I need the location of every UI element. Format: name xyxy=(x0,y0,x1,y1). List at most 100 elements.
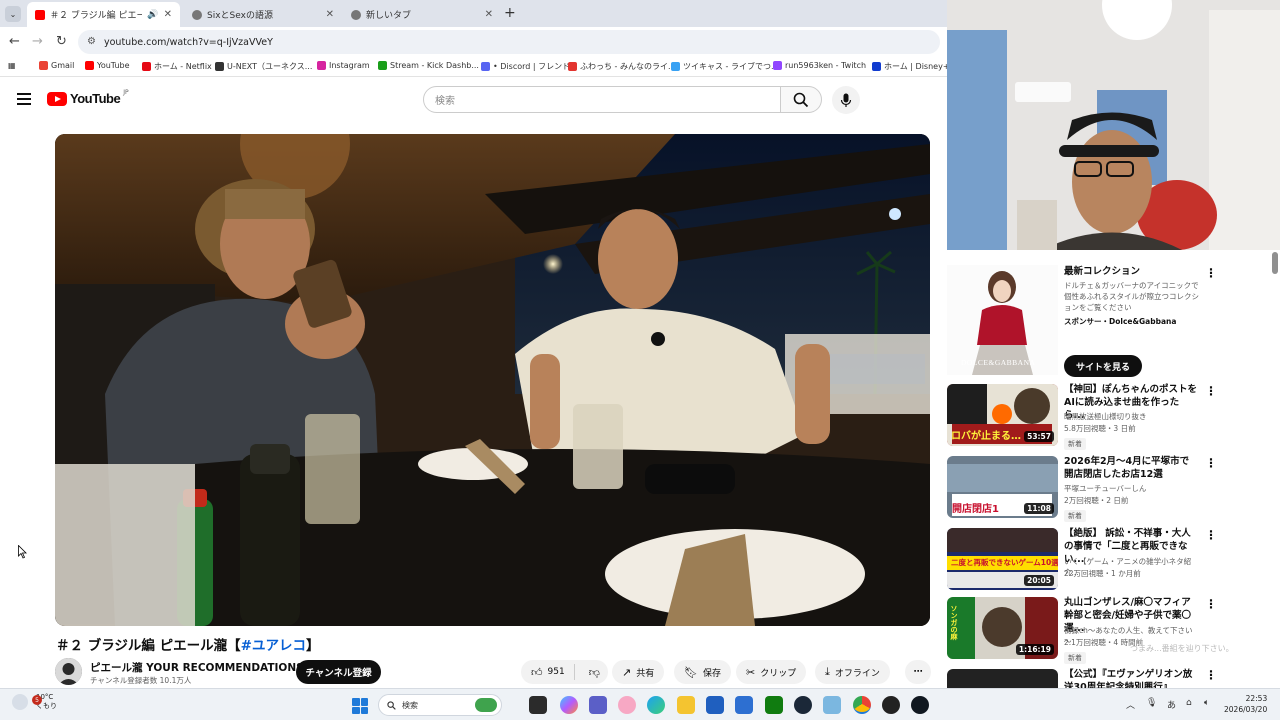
xbox-icon[interactable] xyxy=(765,696,783,714)
bookmark-instagram[interactable]: Instagram xyxy=(317,61,370,70)
video-menu-icon[interactable]: ⋮ xyxy=(1205,456,1217,470)
recommended-thumbnail-1[interactable]: ロバが止まる… 53:57 xyxy=(947,384,1058,446)
recommended-thumbnail-4[interactable]: ソンガの麻 1:16:19 xyxy=(947,597,1058,659)
globe-favicon-icon xyxy=(351,9,361,20)
overlay-caption: つまみ...番組を辿り下さい。 xyxy=(1130,644,1234,653)
tab-search-button[interactable]: ⌄ xyxy=(5,6,21,22)
reload-icon[interactable]: ↻ xyxy=(56,34,67,49)
task-view-icon[interactable] xyxy=(529,696,547,714)
ime-indicator[interactable]: あ xyxy=(1167,698,1176,711)
ad-thumbnail[interactable]: DOLCE&GABBANA xyxy=(947,265,1058,375)
bookmark-unext[interactable]: U-NEXT（ユーネクス... xyxy=(215,61,312,72)
video-menu-icon[interactable]: ⋮ xyxy=(1205,384,1217,398)
sidebar-scrollbar[interactable] xyxy=(1270,250,1280,688)
like-dislike-group: 👍︎ 951 👎︎ xyxy=(521,660,608,684)
channel-avatar[interactable] xyxy=(55,658,82,685)
ad-brand-logo: DOLCE&GABBANA xyxy=(961,358,1036,367)
more-actions-button[interactable]: ⋯ xyxy=(905,660,931,684)
new-tab-plus-icon[interactable]: + xyxy=(504,5,516,21)
store-icon[interactable] xyxy=(706,696,724,714)
youtube-header: YouTube JP 検索 xyxy=(0,77,947,123)
video-frame xyxy=(55,134,930,626)
recommended-thumbnail-2[interactable]: 開店閉店1 11:08 xyxy=(947,456,1058,518)
site-info-icon[interactable]: ⚙ xyxy=(87,36,96,47)
teams-icon[interactable] xyxy=(589,696,607,714)
bookmark-discord[interactable]: • Discord | フレンド xyxy=(481,61,570,72)
forward-arrow-icon[interactable]: → xyxy=(32,34,43,49)
chrome-icon[interactable] xyxy=(853,696,871,714)
dislike-button[interactable]: 👎︎ xyxy=(580,666,600,679)
like-button[interactable]: 👍︎ 951 xyxy=(521,664,575,680)
back-arrow-icon[interactable]: ← xyxy=(9,34,20,49)
character-app-icon[interactable] xyxy=(618,696,636,714)
video-menu-icon[interactable]: ⋮ xyxy=(1205,668,1217,682)
network-icon[interactable]: ⌂ xyxy=(1186,698,1192,708)
bookmark-youtube[interactable]: YouTube xyxy=(85,61,130,70)
bookmark-netflix[interactable]: ホーム - Netflix xyxy=(142,61,212,72)
steam-icon[interactable] xyxy=(794,696,812,714)
search-button[interactable] xyxy=(780,86,822,113)
close-tab-icon[interactable]: ✕ xyxy=(164,9,172,20)
subscribe-button[interactable]: チャンネル登録 xyxy=(296,660,381,684)
url-field[interactable]: ⚙ youtube.com/watch?v=q-IjVzaVVeY xyxy=(78,30,940,54)
video-menu-icon[interactable]: ⋮ xyxy=(1205,597,1217,611)
hashtag-link[interactable]: #ユアレコ xyxy=(241,638,306,654)
outlook-icon[interactable] xyxy=(735,696,753,714)
tab-youtube-video[interactable]: ＃２ ブラジル編 ピエール瀧【＃ 🔊 ✕ xyxy=(27,2,180,27)
recommended-title-5[interactable]: 【公式】『エヴァンゲリオン放送30周年記念特別興行』 xyxy=(1064,668,1197,688)
microphone-tray-icon[interactable]: 🎙︎ xyxy=(1146,698,1157,708)
chevron-up-icon[interactable]: ︿ xyxy=(1126,698,1135,711)
close-tab-icon[interactable]: ✕ xyxy=(326,9,334,20)
bookmark-fuwacchi[interactable]: ふわっち - みんなのライ... xyxy=(568,61,676,72)
cloud-app-icon[interactable] xyxy=(823,696,841,714)
tab-title: SixとSexの語源 xyxy=(207,11,273,21)
voice-search-button[interactable] xyxy=(832,86,860,114)
clip-button[interactable]: ✂ クリップ xyxy=(736,660,807,684)
instagram-icon xyxy=(317,61,326,70)
media-player-icon[interactable] xyxy=(911,696,929,714)
save-button[interactable]: 🔖︎ 保存 xyxy=(674,660,731,684)
speaker-icon[interactable]: 🔊 xyxy=(147,10,158,20)
search-input[interactable]: 検索 xyxy=(423,86,781,113)
video-menu-icon[interactable]: ⋮ xyxy=(1205,528,1217,542)
twitch-icon xyxy=(773,61,782,70)
close-tab-icon[interactable]: ✕ xyxy=(485,9,493,20)
apps-grid-icon[interactable]: ▦ xyxy=(8,61,16,70)
channel-name[interactable]: ピエール瀧 YOUR RECOMMENDATIONS xyxy=(90,660,304,675)
bookmark-twitcasting[interactable]: ツイキャス - ライブでつ... xyxy=(671,61,779,72)
tab-six-sex[interactable]: SixとSexの語源 ✕ xyxy=(184,2,342,27)
bookmark-twitch[interactable]: run5963ken - Twitch xyxy=(773,61,866,70)
offline-download-button[interactable]: ⤓ オフライン xyxy=(815,660,890,684)
visit-site-button[interactable]: サイトを見る xyxy=(1064,355,1142,377)
tab-new-tab[interactable]: 新しいタブ ✕ xyxy=(343,2,501,27)
disney-icon xyxy=(872,62,881,71)
logo-wordmark: YouTube xyxy=(70,91,121,106)
file-explorer-icon[interactable] xyxy=(677,696,695,714)
bookmark-gmail[interactable]: Gmail xyxy=(39,61,74,70)
volume-icon[interactable]: 🔈︎ xyxy=(1204,698,1209,708)
recommended-thumbnail-5[interactable] xyxy=(947,669,1058,688)
youtube-icon xyxy=(85,61,94,70)
ad-title[interactable]: 最新コレクション xyxy=(1064,265,1197,278)
youtube-logo[interactable]: YouTube JP xyxy=(47,89,129,106)
hamburger-menu-icon[interactable] xyxy=(17,93,31,105)
sidebar-scroll-thumb[interactable] xyxy=(1272,252,1278,274)
system-clock[interactable]: 22:53 2026/03/20 xyxy=(1224,693,1267,715)
windows-start-icon[interactable] xyxy=(352,698,368,714)
duration-badge: 1:16:19 xyxy=(1015,644,1054,655)
recommended-title-2[interactable]: 2026年2月〜4月に平塚市で開店閉店したお店12選 xyxy=(1064,455,1197,481)
bookmark-kick[interactable]: Stream - Kick Dashb... xyxy=(378,61,479,70)
copilot-icon[interactable] xyxy=(560,696,578,714)
edge-browser-icon[interactable] xyxy=(647,696,665,714)
recommended-channel-2[interactable]: 平塚ユーチューバーしん xyxy=(1064,483,1199,494)
video-player[interactable] xyxy=(55,134,930,626)
taskbar-search[interactable]: 検索 xyxy=(378,694,502,716)
recommended-channel-1[interactable]: 暗黒放送極山様切り抜き xyxy=(1064,411,1199,422)
share-button[interactable]: ↗ 共有 xyxy=(612,660,665,684)
tab-strip: ⌄ ＃２ ブラジル編 ピエール瀧【＃ 🔊 ✕ SixとSexの語源 ✕ 新しいタ… xyxy=(0,0,947,27)
ad-menu-icon[interactable]: ⋮ xyxy=(1205,266,1217,280)
globe-favicon-icon xyxy=(192,9,202,20)
obs-icon[interactable] xyxy=(882,696,900,714)
recommended-thumbnail-3[interactable]: 二度と再販できないゲーム10選 20:05 xyxy=(947,528,1058,590)
weather-widget[interactable]: 5 10°C くもり xyxy=(12,693,57,711)
